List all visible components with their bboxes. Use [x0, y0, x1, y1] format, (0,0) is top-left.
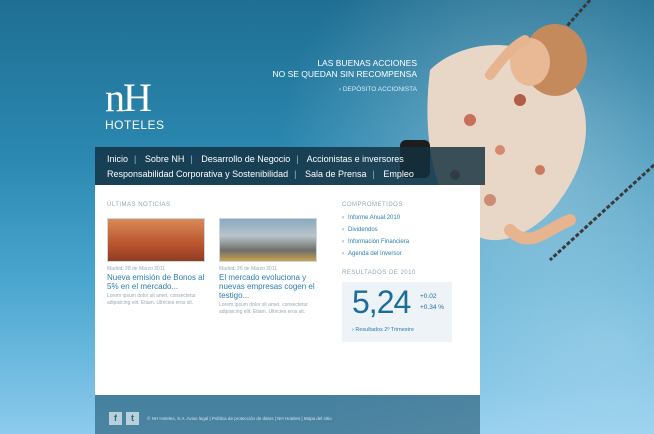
- promo-line-2: NO SE QUEDAN SIN RECOMPENSA: [272, 69, 417, 79]
- nav-item-responsabilidad[interactable]: Responsabilidad Corporativa y Sostenibil…: [107, 169, 288, 179]
- news-date: Madrid, 28 de Marzo 2011: [107, 266, 165, 272]
- nav-item-inicio[interactable]: Inicio: [107, 154, 128, 164]
- results-delta-1: +0.02: [420, 293, 437, 300]
- news-item[interactable]: Madrid, 26 de Marzo 2011 El mercado evol…: [219, 218, 319, 315]
- facebook-icon[interactable]: f: [109, 412, 122, 425]
- news-date: Madrid, 26 de Marzo 2011: [219, 266, 277, 272]
- news-item[interactable]: Madrid, 28 de Marzo 2011 Nueva emisión d…: [107, 218, 207, 306]
- nav-row-1: Inicio | Sobre NH | Desarrollo de Negocio |…: [107, 154, 404, 164]
- link-dividendos[interactable]: › Dividendos: [342, 227, 457, 233]
- nh-logo[interactable]: nH HOTELES: [105, 75, 165, 133]
- twitter-icon[interactable]: t: [126, 412, 139, 425]
- footer: f t © NH Hoteles, S.A. Aviso legal | Pol…: [95, 395, 480, 434]
- sidebar: COMPROMETIDOS › Informe Anual 2010 › Divid…: [342, 202, 457, 342]
- news-thumbnail[interactable]: [107, 218, 205, 262]
- promo-banner: LAS BUENAS ACCIONES NO SE QUEDAN SIN REC…: [255, 58, 417, 95]
- chevron-right-icon: ›: [342, 227, 344, 233]
- results-delta-2: +0.34 %: [420, 304, 445, 311]
- promo-link[interactable]: › DEPÓSITO ACCIONISTA: [255, 84, 417, 95]
- news-headline[interactable]: El mercado evoluciona y nuevas empresas …: [219, 273, 319, 300]
- main-navigation: Inicio | Sobre NH | Desarrollo de Negocio |…: [95, 147, 485, 185]
- page-background: nH HOTELES LAS BUENAS ACCIONES NO SE QUE…: [0, 0, 654, 434]
- news-thumbnail[interactable]: [219, 218, 317, 262]
- link-informe-anual[interactable]: › Informe Anual 2010: [342, 215, 457, 221]
- chevron-right-icon: ›: [342, 215, 344, 221]
- commitments-links: › Informe Anual 2010 › Dividendos › Informa…: [342, 215, 457, 257]
- results-link[interactable]: › Resultados 2º Trimestre: [352, 327, 414, 333]
- link-agenda-inversor[interactable]: › Agenda del Inversor: [342, 251, 457, 257]
- footer-legal-links[interactable]: © NH Hoteles, S.A. Aviso legal | Polític…: [147, 416, 332, 421]
- news-section: ÚLTIMAS NOTICIAS Madrid, 28 de Marzo 201…: [107, 202, 317, 315]
- commitments-title: COMPROMETIDOS: [342, 202, 403, 208]
- chevron-right-icon: ›: [342, 251, 344, 257]
- news-excerpt: Lorem ipsum dolor sit amet, consectetur …: [219, 302, 308, 315]
- nav-item-sala-prensa[interactable]: Sala de Prensa: [305, 169, 367, 179]
- nav-item-accionistas[interactable]: Accionistas e inversores: [307, 154, 404, 164]
- chevron-right-icon: ›: [342, 239, 344, 245]
- results-value: 5,24: [352, 284, 411, 320]
- nav-item-empleo[interactable]: Empleo: [383, 169, 414, 179]
- link-informacion-financiera[interactable]: › Información Financiera: [342, 239, 457, 245]
- nav-item-sobre-nh[interactable]: Sobre NH: [145, 154, 185, 164]
- logo-subtitle: HOTELES: [105, 118, 165, 132]
- results-box: 5,24 +0.02 +0.34 % › Resultados 2º Trime…: [342, 282, 452, 342]
- content-panel: ÚLTIMAS NOTICIAS Madrid, 28 de Marzo 201…: [95, 185, 480, 395]
- nav-row-2: Responsabilidad Corporativa y Sostenibil…: [107, 169, 414, 179]
- nav-item-desarrollo[interactable]: Desarrollo de Negocio: [201, 154, 290, 164]
- news-excerpt: Lorem ipsum dolor sit amet, consectetur …: [107, 293, 196, 306]
- results-title: RESULTADOS DE 2010: [342, 270, 416, 276]
- promo-link-label[interactable]: DEPÓSITO ACCIONISTA: [343, 86, 417, 93]
- promo-line-1: LAS BUENAS ACCIONES: [317, 58, 417, 68]
- news-section-title: ÚLTIMAS NOTICIAS: [107, 202, 171, 208]
- news-headline[interactable]: Nueva emisión de Bonos al 5% en el merca…: [107, 273, 207, 291]
- logo-mark: nH: [105, 75, 152, 120]
